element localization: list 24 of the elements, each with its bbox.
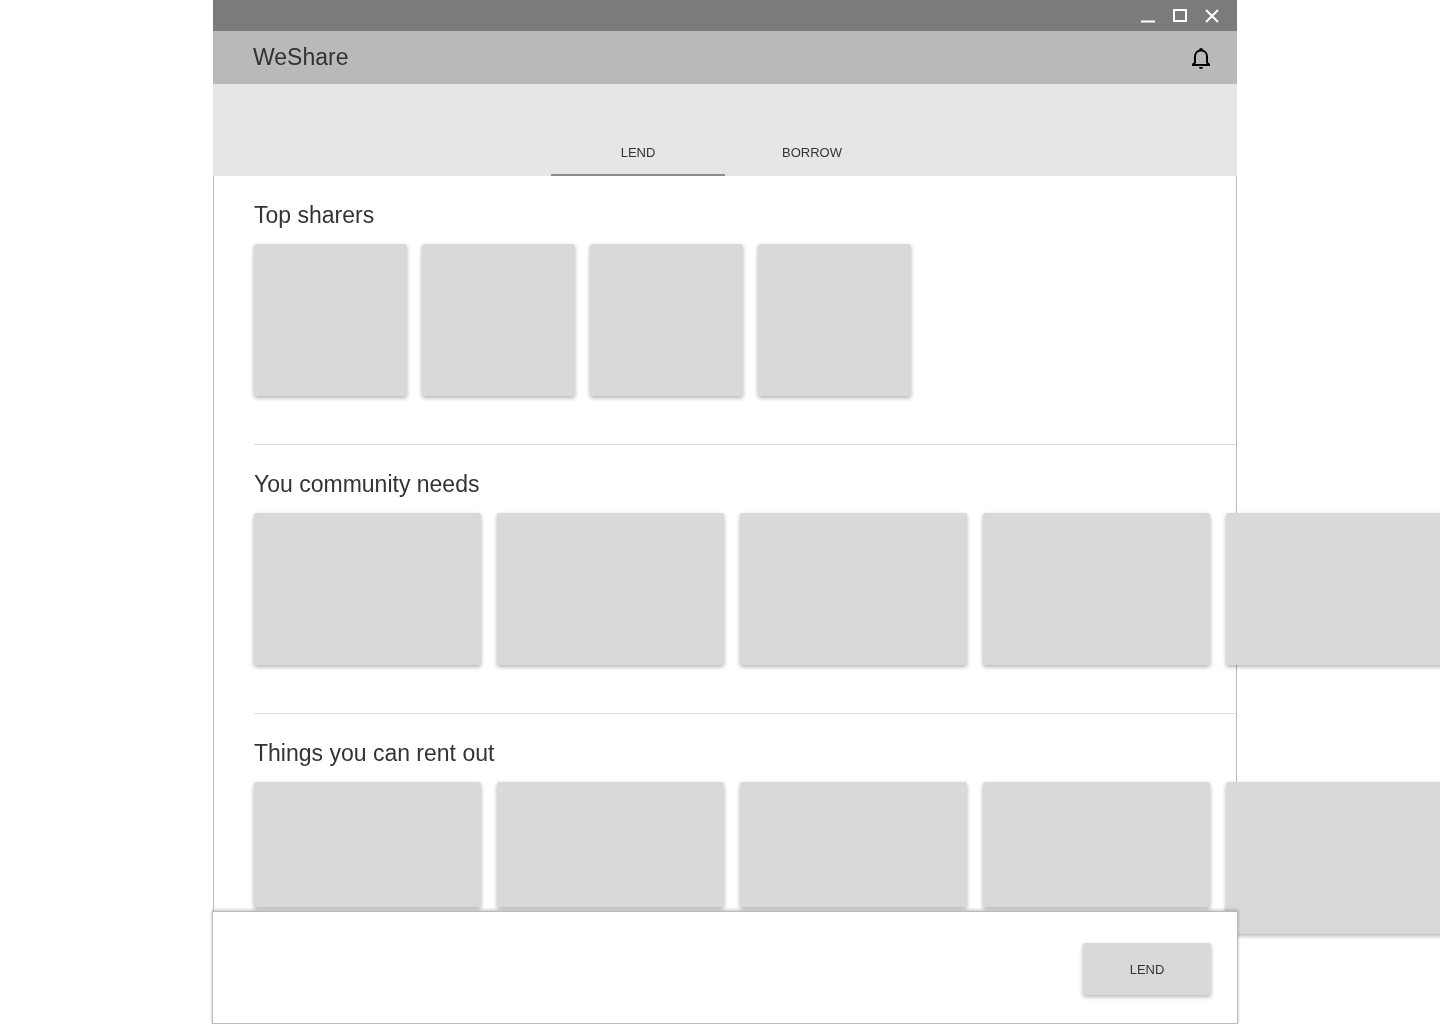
maximize-icon[interactable]: [1173, 8, 1187, 23]
placeholder-card[interactable]: [740, 513, 967, 665]
placeholder-card[interactable]: [1226, 513, 1440, 665]
lend-button[interactable]: LEND: [1083, 943, 1211, 995]
placeholder-card[interactable]: [254, 244, 407, 396]
placeholder-card[interactable]: [497, 513, 724, 665]
placeholder-card[interactable]: [983, 782, 1210, 907]
placeholder-card[interactable]: [983, 513, 1210, 665]
section-title: Top sharers: [254, 201, 376, 230]
close-icon[interactable]: [1205, 8, 1219, 23]
placeholder-card[interactable]: [497, 782, 724, 907]
placeholder-card[interactable]: [1226, 782, 1440, 934]
section-title: You community needs: [254, 470, 481, 499]
section-title: Things you can rent out: [254, 739, 496, 768]
placeholder-card[interactable]: [254, 513, 481, 665]
placeholder-card[interactable]: [254, 782, 481, 907]
placeholder-card[interactable]: [758, 244, 911, 396]
placeholder-card[interactable]: [590, 244, 743, 396]
app-title: WeShare: [253, 44, 349, 71]
placeholder-card[interactable]: [740, 782, 967, 907]
bell-icon[interactable]: [1191, 46, 1211, 69]
tab[interactable]: BORROW: [725, 130, 899, 176]
placeholder-card[interactable]: [422, 244, 575, 396]
tab[interactable]: LEND: [551, 130, 725, 176]
